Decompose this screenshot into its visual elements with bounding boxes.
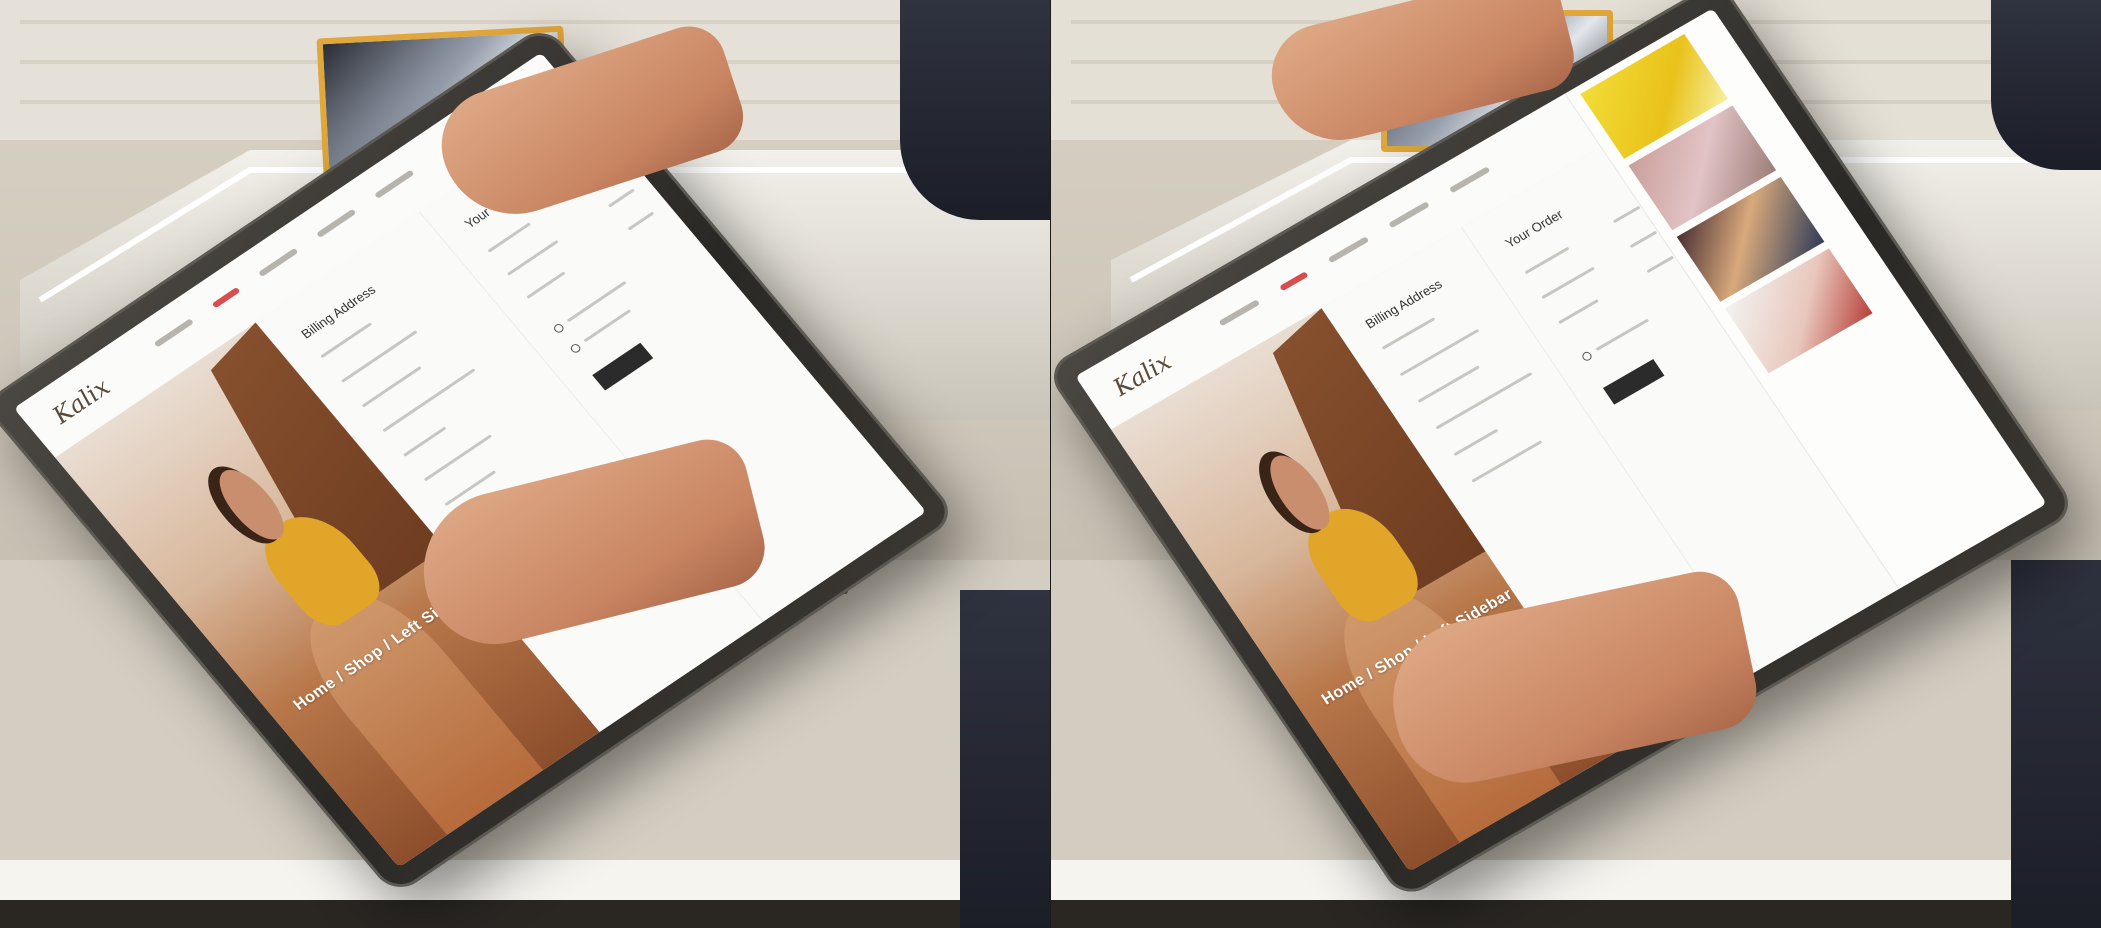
field-label (361, 366, 422, 408)
top-sleeve (1991, 0, 2101, 170)
field-label (1417, 365, 1480, 403)
field-label (423, 434, 492, 482)
field-label (1381, 317, 1436, 350)
order-row (1524, 246, 1570, 274)
top-sleeve (900, 0, 1050, 220)
payment-option (1595, 318, 1650, 351)
order-row (506, 240, 559, 276)
order-row-price (1646, 255, 1675, 273)
order-row-price (627, 211, 655, 231)
payment-radio[interactable] (568, 342, 583, 355)
nav-item[interactable] (374, 169, 415, 199)
field-label (1471, 440, 1543, 483)
order-row-price (607, 188, 635, 208)
bottom-sleeve (2011, 560, 2101, 928)
field-label (402, 426, 447, 457)
billing-title: Billing Address (1362, 276, 1445, 332)
order-row (526, 271, 566, 299)
field-label (382, 368, 476, 433)
nav-item[interactable] (316, 208, 357, 238)
nav-item[interactable] (258, 247, 299, 278)
nav-item-active[interactable] (211, 286, 241, 309)
site-logo[interactable]: Kalix (1108, 348, 1177, 402)
bottom-sleeve (960, 590, 1050, 928)
payment-radio[interactable] (1580, 350, 1594, 363)
place-order-button[interactable] (1603, 358, 1665, 405)
order-title: Your Order (1502, 206, 1566, 251)
nav-item[interactable] (1388, 201, 1430, 229)
order-row (487, 222, 531, 253)
field-label (1453, 428, 1499, 457)
side-by-side-photo: CH Kalix (0, 0, 2101, 928)
site-logo[interactable]: Kalix (47, 373, 116, 429)
left-photo-panel: CH Kalix (0, 0, 1050, 928)
order-row (1558, 298, 1600, 324)
order-row (1541, 266, 1596, 299)
place-order-button[interactable] (592, 342, 654, 391)
payment-radio[interactable] (552, 322, 566, 335)
nav-item-active[interactable] (1279, 271, 1309, 292)
nav-item[interactable] (1327, 236, 1370, 264)
order-row-price (1613, 205, 1641, 223)
nav-item[interactable] (1448, 166, 1491, 194)
field-label (1399, 328, 1480, 377)
nav-item[interactable] (1218, 299, 1261, 327)
nav-item[interactable] (153, 318, 194, 348)
billing-title: Billing Address (298, 282, 379, 342)
right-photo-panel: H Kalix (1051, 0, 2101, 928)
payment-option (583, 309, 631, 343)
order-row-price (1630, 230, 1658, 248)
